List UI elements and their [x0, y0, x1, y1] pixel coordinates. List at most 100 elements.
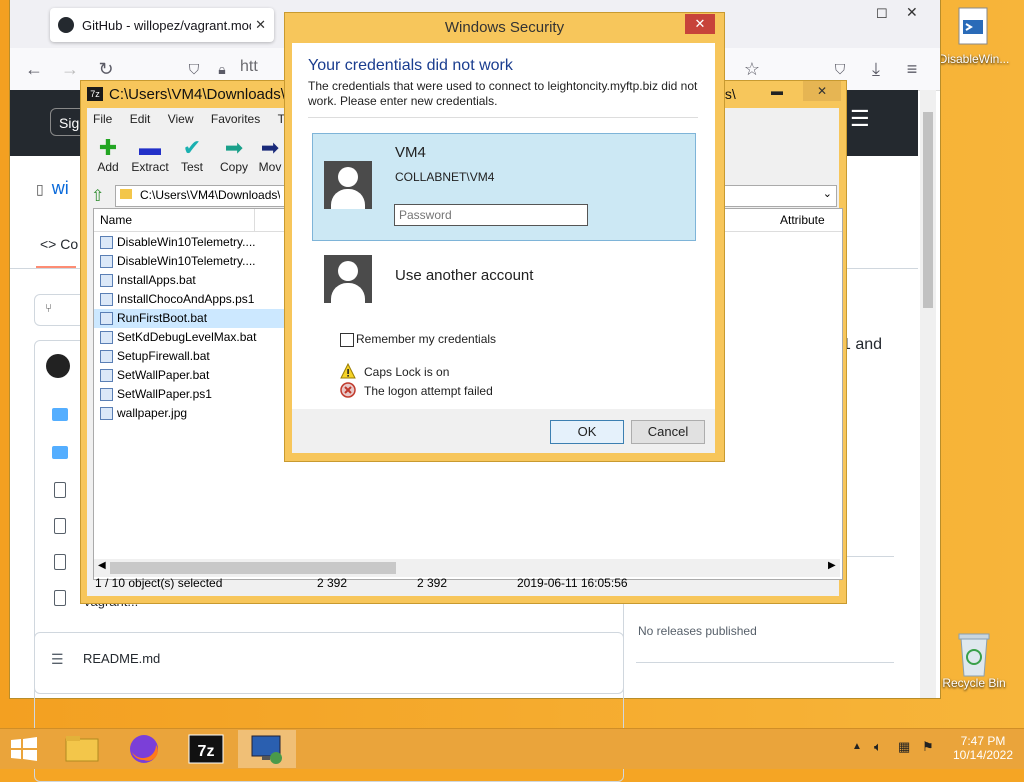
credential-tile-other[interactable]: Use another account	[312, 251, 694, 307]
network-icon[interactable]: ▦	[898, 739, 910, 755]
file-explorer-taskbar-button[interactable]	[56, 730, 108, 768]
warning-icon	[340, 362, 356, 379]
code-tab[interactable]: <> Co	[40, 236, 78, 252]
minimize-icon[interactable]: ▬	[771, 84, 791, 98]
dialog-heading: Your credentials did not work	[308, 57, 513, 74]
file-name: SetWallPaper.bat	[117, 368, 210, 382]
copy-button[interactable]: ➡ Copy	[213, 136, 255, 175]
dialog-title: Windows Security	[444, 19, 565, 36]
list-item[interactable]: DisableWin10Telemetry....	[94, 252, 284, 271]
column-attribute[interactable]: Attribute	[780, 213, 825, 227]
download-icon[interactable]: ⤓	[862, 55, 890, 83]
firefox-taskbar-button[interactable]	[118, 730, 170, 768]
clock-date: 10/14/2022	[952, 748, 1014, 762]
scroll-left-icon[interactable]: ◀	[98, 560, 106, 571]
about-text: 1 and	[842, 336, 883, 353]
extract-button[interactable]: ▬ Extract	[129, 136, 171, 175]
scrollbar-thumb[interactable]	[923, 112, 933, 308]
clock[interactable]: 7:47 PM 10/14/2022	[950, 734, 1016, 762]
file-name: SetupFirewall.bat	[117, 349, 210, 363]
sevenzip-taskbar-button[interactable]: 7z	[180, 730, 232, 768]
releases-text: No releases published	[638, 624, 757, 638]
user-avatar-icon	[324, 255, 372, 303]
list-item-selected[interactable]: RunFirstBoot.bat	[94, 309, 284, 328]
test-button[interactable]: ✔ Test	[171, 135, 213, 175]
check-icon: ✔	[182, 135, 202, 160]
folder-up-icon[interactable]: ⇧	[91, 186, 109, 205]
close-icon[interactable]: ✕	[803, 81, 841, 101]
reload-icon[interactable]: ↻	[92, 55, 120, 83]
tool-label: Extract	[131, 160, 169, 174]
menu-icon[interactable]: ≡	[898, 55, 926, 83]
lock-icon[interactable]: 🔒︎	[208, 55, 236, 83]
list-item[interactable]: InstallApps.bat	[94, 271, 284, 290]
list-item[interactable]: DisableWin10Telemetry....	[94, 233, 284, 252]
menu-favorites[interactable]: Favorites	[211, 112, 260, 126]
list-item[interactable]: SetWallPaper.bat	[94, 366, 284, 385]
move-button[interactable]: ➡ Mov	[255, 136, 285, 174]
cancel-button[interactable]: Cancel	[631, 420, 705, 444]
repo-name[interactable]: ▯ wi	[36, 178, 69, 199]
file-name: SetKdDebugLevelMax.bat	[117, 330, 257, 344]
list-item[interactable]: InstallChocoAndApps.ps1	[94, 290, 284, 309]
divider	[308, 117, 698, 118]
close-tab-icon[interactable]: ✕	[255, 17, 266, 33]
avatar	[46, 354, 70, 378]
close-icon[interactable]: ✕	[906, 4, 926, 20]
password-input[interactable]	[394, 204, 588, 226]
maximize-icon[interactable]: ☐	[876, 6, 896, 21]
windows-security-dialog: Windows Security ✕ Your credentials did …	[284, 12, 725, 462]
windows-start-icon[interactable]	[10, 737, 38, 761]
branch-icon: ⑂	[45, 301, 53, 315]
plus-icon: ✚	[98, 135, 118, 160]
shield-icon[interactable]: ⛉	[180, 55, 208, 83]
column-name[interactable]: Name	[100, 213, 132, 227]
image-file-icon	[100, 407, 113, 420]
credential-tile-selected[interactable]: VM4 COLLABNET\VM4	[312, 133, 696, 241]
list-item[interactable]: wallpaper.jpg	[94, 404, 284, 423]
chevron-down-icon[interactable]: ⌄	[823, 187, 832, 200]
dialog-footer: OK Cancel	[292, 409, 715, 453]
list-icon[interactable]: ☰	[51, 651, 64, 668]
close-button[interactable]: ✕	[685, 14, 715, 34]
volume-muted-icon[interactable]: 🔈︎	[874, 739, 882, 755]
pocket-icon[interactable]: ⛉	[826, 55, 854, 83]
hamburger-icon[interactable]: ☰	[850, 108, 876, 130]
file-icon	[54, 482, 66, 498]
add-button[interactable]: ✚ Add	[87, 135, 129, 175]
scrollbar-thumb[interactable]	[110, 562, 396, 574]
menu-file[interactable]: File	[93, 112, 112, 126]
forward-icon[interactable]: →	[56, 55, 84, 83]
status-bar: 1 / 10 object(s) selected 2 392 2 392 20…	[93, 574, 841, 594]
list-item[interactable]: SetWallPaper.ps1	[94, 385, 284, 404]
folder-icon	[120, 189, 132, 199]
list-item[interactable]: SetupFirewall.bat	[94, 347, 284, 366]
readme-label[interactable]: README.md	[83, 651, 160, 666]
chevron-up-icon[interactable]: ▲	[852, 741, 862, 752]
browser-scrollbar[interactable]	[920, 90, 936, 698]
file-icon	[54, 554, 66, 570]
menu-view[interactable]: View	[168, 112, 194, 126]
file-name: InstallChocoAndApps.ps1	[117, 292, 255, 306]
folder-icon	[52, 446, 68, 459]
sevenzip-menubar: File Edit View Favorites Tool	[93, 112, 314, 126]
user-name: VM4	[395, 144, 426, 161]
other-account-label: Use another account	[395, 267, 534, 284]
scroll-right-icon[interactable]: ▶	[828, 560, 836, 571]
action-center-icon[interactable]: ⚑	[922, 739, 934, 755]
desktop-icon-disablewin[interactable]: DisableWin...	[934, 6, 1014, 66]
menu-edit[interactable]: Edit	[130, 112, 151, 126]
browser-tab-github[interactable]: GitHub - willopez/vagrant.mod ✕	[50, 8, 274, 42]
remember-checkbox[interactable]	[340, 333, 354, 347]
ok-button[interactable]: OK	[550, 420, 624, 444]
back-icon[interactable]: ←	[20, 55, 48, 83]
file-icon	[54, 590, 66, 606]
desktop-icon-recycle-bin[interactable]: Recycle Bin	[934, 630, 1014, 690]
remember-label[interactable]: Remember my credentials	[356, 332, 496, 346]
remote-desktop-taskbar-button[interactable]	[238, 730, 296, 768]
file-icon	[100, 236, 113, 249]
list-item[interactable]: SetKdDebugLevelMax.bat	[94, 328, 284, 347]
tool-label: Test	[180, 160, 203, 174]
bookmark-star-icon[interactable]: ☆	[738, 55, 766, 83]
url-bar[interactable]: htt	[240, 58, 258, 76]
